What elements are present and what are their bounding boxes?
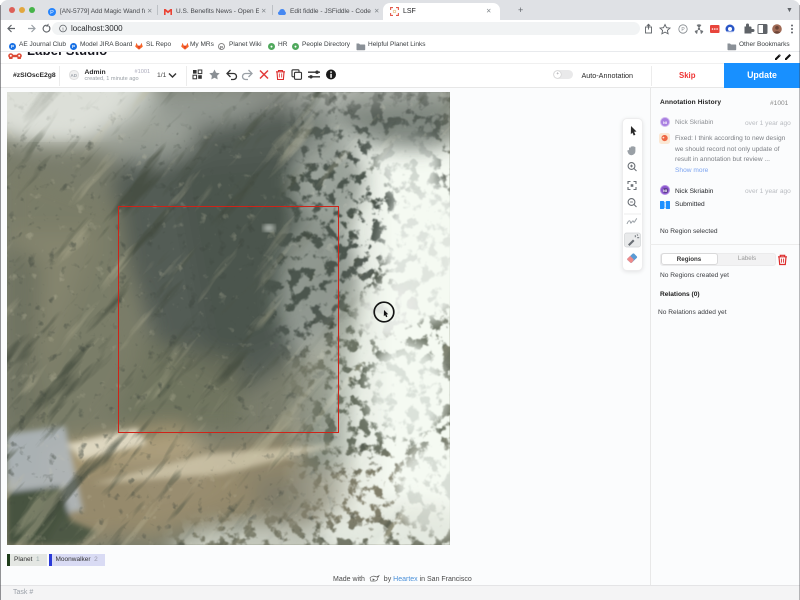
svg-text:P: P [50, 10, 54, 16]
svg-text:P: P [681, 27, 685, 33]
